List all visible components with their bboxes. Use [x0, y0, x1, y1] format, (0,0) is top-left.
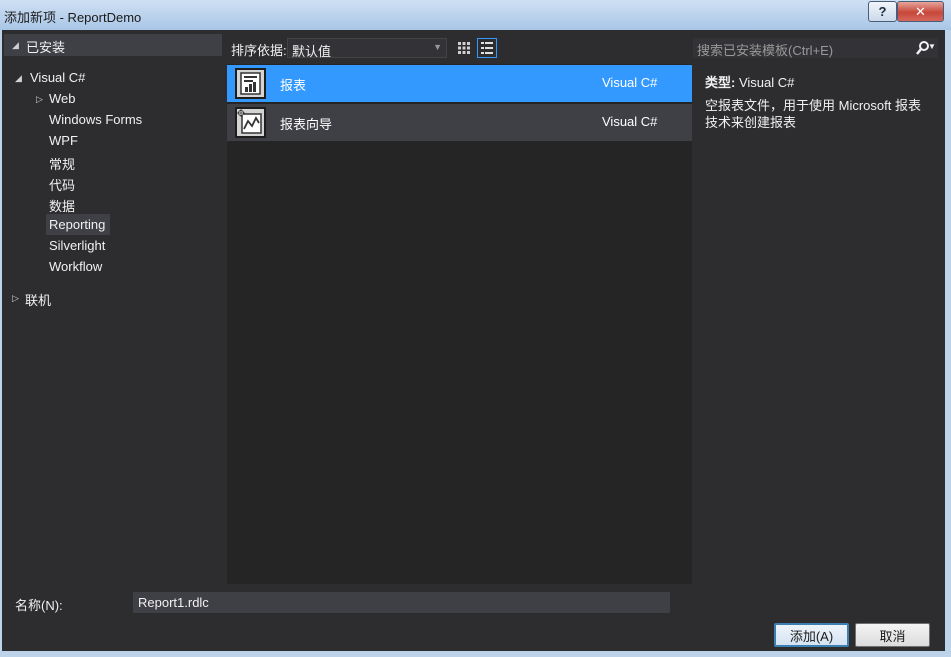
tree-installed-label: 已安装 [26, 40, 66, 55]
tree-item-silverlight[interactable]: Silverlight [49, 238, 105, 253]
report-wizard-icon [235, 107, 266, 138]
template-item-report-wizard[interactable]: 报表向导 Visual C# [227, 104, 692, 141]
list-view-icon [481, 42, 493, 54]
tree-item-web[interactable]: Web [49, 91, 76, 106]
dialog-body: ◢ 已安装 ◢ Visual C# ▷ Web Windows Forms WP… [2, 30, 945, 651]
expand-arrow-icon[interactable]: ▷ [36, 94, 43, 105]
template-name: 报表向导 [280, 117, 333, 132]
tree-item-visual-csharp[interactable]: Visual C# [30, 70, 85, 85]
tree-item-workflow[interactable]: Workflow [49, 259, 102, 274]
template-name: 报表 [280, 78, 307, 93]
collapse-arrow-icon[interactable]: ◢ [15, 73, 22, 84]
help-button[interactable]: ? [868, 1, 897, 22]
cancel-button[interactable]: 取消 [855, 623, 930, 647]
detail-type-value: Visual C# [738, 75, 795, 90]
detail-type: 类型: Visual C# [705, 72, 940, 91]
tree-item-general[interactable]: 常规 [49, 154, 75, 173]
grid-view-button[interactable] [454, 38, 474, 58]
report-icon [235, 68, 266, 99]
search-placeholder: 搜索已安装模板(Ctrl+E) [697, 43, 834, 58]
tree-item-code[interactable]: 代码 [49, 175, 75, 194]
add-button[interactable]: 添加(A) [774, 623, 849, 647]
list-view-button[interactable] [477, 38, 497, 58]
template-item-report[interactable]: 报表 Visual C# [227, 65, 692, 102]
sort-label: 排序依据: [231, 43, 287, 58]
window-title: 添加新项 - ReportDemo [4, 10, 142, 25]
template-list: 报表 Visual C# 报表向导 Visual C# [227, 64, 692, 584]
sort-dropdown[interactable]: 默认值 ▼ [287, 38, 447, 59]
tree-item-reporting[interactable]: Reporting [49, 217, 105, 232]
tree-item-windows-forms[interactable]: Windows Forms [49, 112, 142, 127]
tree-item-online[interactable]: 联机 [25, 290, 51, 309]
tree-item-wpf[interactable]: WPF [49, 133, 78, 148]
chevron-down-icon: ▼ [433, 42, 442, 52]
sort-value: 默认值 [292, 44, 332, 59]
detail-description: 空报表文件，用于使用 Microsoft 报表技术来创建报表 [705, 98, 921, 130]
template-language: Visual C# [602, 114, 658, 129]
tree-installed-header[interactable]: ◢ 已安装 [4, 34, 222, 56]
name-input[interactable] [133, 592, 670, 613]
tree-item-data[interactable]: 数据 [49, 196, 75, 215]
template-language: Visual C# [602, 75, 658, 90]
collapse-arrow-icon[interactable]: ◢ [12, 40, 19, 51]
search-templates-input[interactable]: 搜索已安装模板(Ctrl+E) [693, 38, 938, 58]
expand-arrow-icon[interactable]: ▷ [12, 293, 19, 304]
name-label: 名称(N): [15, 598, 63, 613]
grid-view-icon [458, 42, 470, 54]
title-bar: 添加新项 - ReportDemo ? ✕ [0, 0, 951, 30]
search-options-chevron-icon[interactable]: ▼ [928, 42, 936, 51]
close-button[interactable]: ✕ [897, 1, 944, 22]
detail-type-label: 类型: [705, 75, 736, 90]
